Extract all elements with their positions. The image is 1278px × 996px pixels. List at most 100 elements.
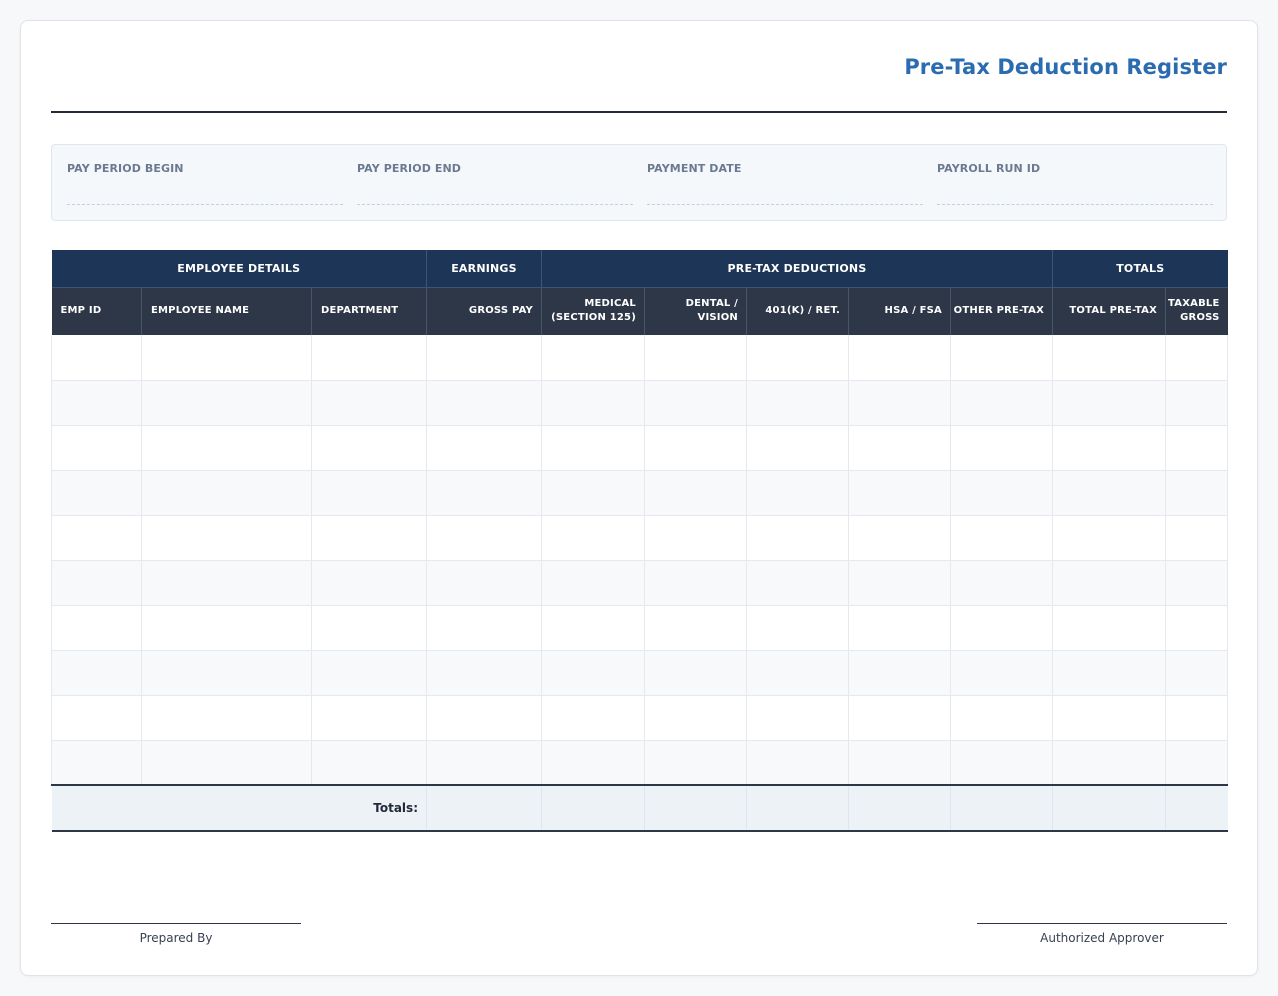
cell-total-pre-tax[interactable] [1052, 695, 1167, 741]
cell-medical[interactable] [541, 650, 645, 696]
totals-cell-taxable-gross[interactable] [1165, 784, 1228, 832]
cell-emp-id[interactable] [51, 380, 142, 426]
cell-401k[interactable] [746, 605, 849, 651]
prepared-by-line[interactable] [51, 923, 301, 924]
cell-department[interactable] [311, 650, 427, 696]
cell-total-pre-tax[interactable] [1052, 650, 1167, 696]
cell-department[interactable] [311, 605, 427, 651]
payment-date-field[interactable]: PAYMENT DATE [647, 145, 923, 222]
cell-dental-vision[interactable] [644, 425, 747, 471]
cell-401k[interactable] [746, 380, 849, 426]
cell-department[interactable] [311, 560, 427, 606]
cell-hsa-fsa[interactable] [848, 335, 951, 381]
totals-cell-other-pre-tax[interactable] [950, 784, 1054, 832]
cell-employee-name[interactable] [141, 515, 312, 561]
cell-dental-vision[interactable] [644, 695, 747, 741]
cell-gross-pay[interactable] [426, 380, 542, 426]
cell-dental-vision[interactable] [644, 740, 747, 786]
cell-taxable-gross[interactable] [1165, 650, 1229, 696]
cell-medical[interactable] [541, 605, 645, 651]
cell-gross-pay[interactable] [426, 695, 542, 741]
cell-other-pre-tax[interactable] [950, 335, 1054, 381]
totals-cell-dental-vision[interactable] [644, 784, 747, 832]
cell-taxable-gross[interactable] [1165, 740, 1229, 786]
cell-401k[interactable] [746, 470, 849, 516]
cell-other-pre-tax[interactable] [950, 650, 1054, 696]
cell-employee-name[interactable] [141, 470, 312, 516]
pay-period-end-field[interactable]: PAY PERIOD END [357, 145, 633, 222]
cell-employee-name[interactable] [141, 425, 312, 471]
cell-department[interactable] [311, 515, 427, 561]
cell-gross-pay[interactable] [426, 605, 542, 651]
cell-other-pre-tax[interactable] [950, 380, 1054, 426]
cell-total-pre-tax[interactable] [1052, 380, 1167, 426]
cell-total-pre-tax[interactable] [1052, 335, 1167, 381]
cell-medical[interactable] [541, 335, 645, 381]
cell-total-pre-tax[interactable] [1052, 605, 1167, 651]
cell-department[interactable] [311, 335, 427, 381]
cell-department[interactable] [311, 695, 427, 741]
cell-taxable-gross[interactable] [1165, 695, 1229, 741]
cell-gross-pay[interactable] [426, 335, 542, 381]
cell-medical[interactable] [541, 560, 645, 606]
cell-other-pre-tax[interactable] [950, 740, 1054, 786]
cell-taxable-gross[interactable] [1165, 560, 1229, 606]
cell-dental-vision[interactable] [644, 380, 747, 426]
cell-emp-id[interactable] [51, 335, 142, 381]
cell-other-pre-tax[interactable] [950, 560, 1054, 606]
cell-emp-id[interactable] [51, 515, 142, 561]
cell-medical[interactable] [541, 425, 645, 471]
cell-taxable-gross[interactable] [1165, 335, 1229, 381]
cell-hsa-fsa[interactable] [848, 740, 951, 786]
cell-employee-name[interactable] [141, 740, 312, 786]
cell-total-pre-tax[interactable] [1052, 740, 1167, 786]
cell-employee-name[interactable] [141, 560, 312, 606]
cell-other-pre-tax[interactable] [950, 470, 1054, 516]
cell-emp-id[interactable] [51, 695, 142, 741]
cell-gross-pay[interactable] [426, 740, 542, 786]
cell-department[interactable] [311, 470, 427, 516]
cell-401k[interactable] [746, 650, 849, 696]
cell-total-pre-tax[interactable] [1052, 470, 1167, 516]
cell-gross-pay[interactable] [426, 650, 542, 696]
cell-department[interactable] [311, 740, 427, 786]
cell-hsa-fsa[interactable] [848, 470, 951, 516]
cell-gross-pay[interactable] [426, 560, 542, 606]
cell-dental-vision[interactable] [644, 470, 747, 516]
cell-employee-name[interactable] [141, 335, 312, 381]
cell-other-pre-tax[interactable] [950, 605, 1054, 651]
cell-medical[interactable] [541, 695, 645, 741]
cell-employee-name[interactable] [141, 695, 312, 741]
cell-employee-name[interactable] [141, 605, 312, 651]
cell-emp-id[interactable] [51, 560, 142, 606]
cell-401k[interactable] [746, 695, 849, 741]
cell-hsa-fsa[interactable] [848, 380, 951, 426]
cell-medical[interactable] [541, 470, 645, 516]
pay-period-end-value[interactable] [357, 204, 633, 205]
payroll-run-id-value[interactable] [937, 204, 1213, 205]
cell-dental-vision[interactable] [644, 605, 747, 651]
cell-taxable-gross[interactable] [1165, 425, 1229, 471]
cell-hsa-fsa[interactable] [848, 560, 951, 606]
cell-other-pre-tax[interactable] [950, 695, 1054, 741]
cell-department[interactable] [311, 425, 427, 471]
cell-emp-id[interactable] [51, 740, 142, 786]
cell-department[interactable] [311, 380, 427, 426]
cell-emp-id[interactable] [51, 650, 142, 696]
cell-401k[interactable] [746, 740, 849, 786]
cell-hsa-fsa[interactable] [848, 515, 951, 561]
cell-total-pre-tax[interactable] [1052, 560, 1167, 606]
cell-employee-name[interactable] [141, 650, 312, 696]
cell-hsa-fsa[interactable] [848, 695, 951, 741]
cell-dental-vision[interactable] [644, 560, 747, 606]
cell-total-pre-tax[interactable] [1052, 425, 1167, 471]
totals-cell-401k[interactable] [746, 784, 849, 832]
totals-cell-total-pre-tax[interactable] [1052, 784, 1167, 832]
cell-hsa-fsa[interactable] [848, 605, 951, 651]
cell-dental-vision[interactable] [644, 335, 747, 381]
cell-dental-vision[interactable] [644, 515, 747, 561]
cell-medical[interactable] [541, 740, 645, 786]
cell-taxable-gross[interactable] [1165, 470, 1229, 516]
cell-gross-pay[interactable] [426, 425, 542, 471]
payment-date-value[interactable] [647, 204, 923, 205]
